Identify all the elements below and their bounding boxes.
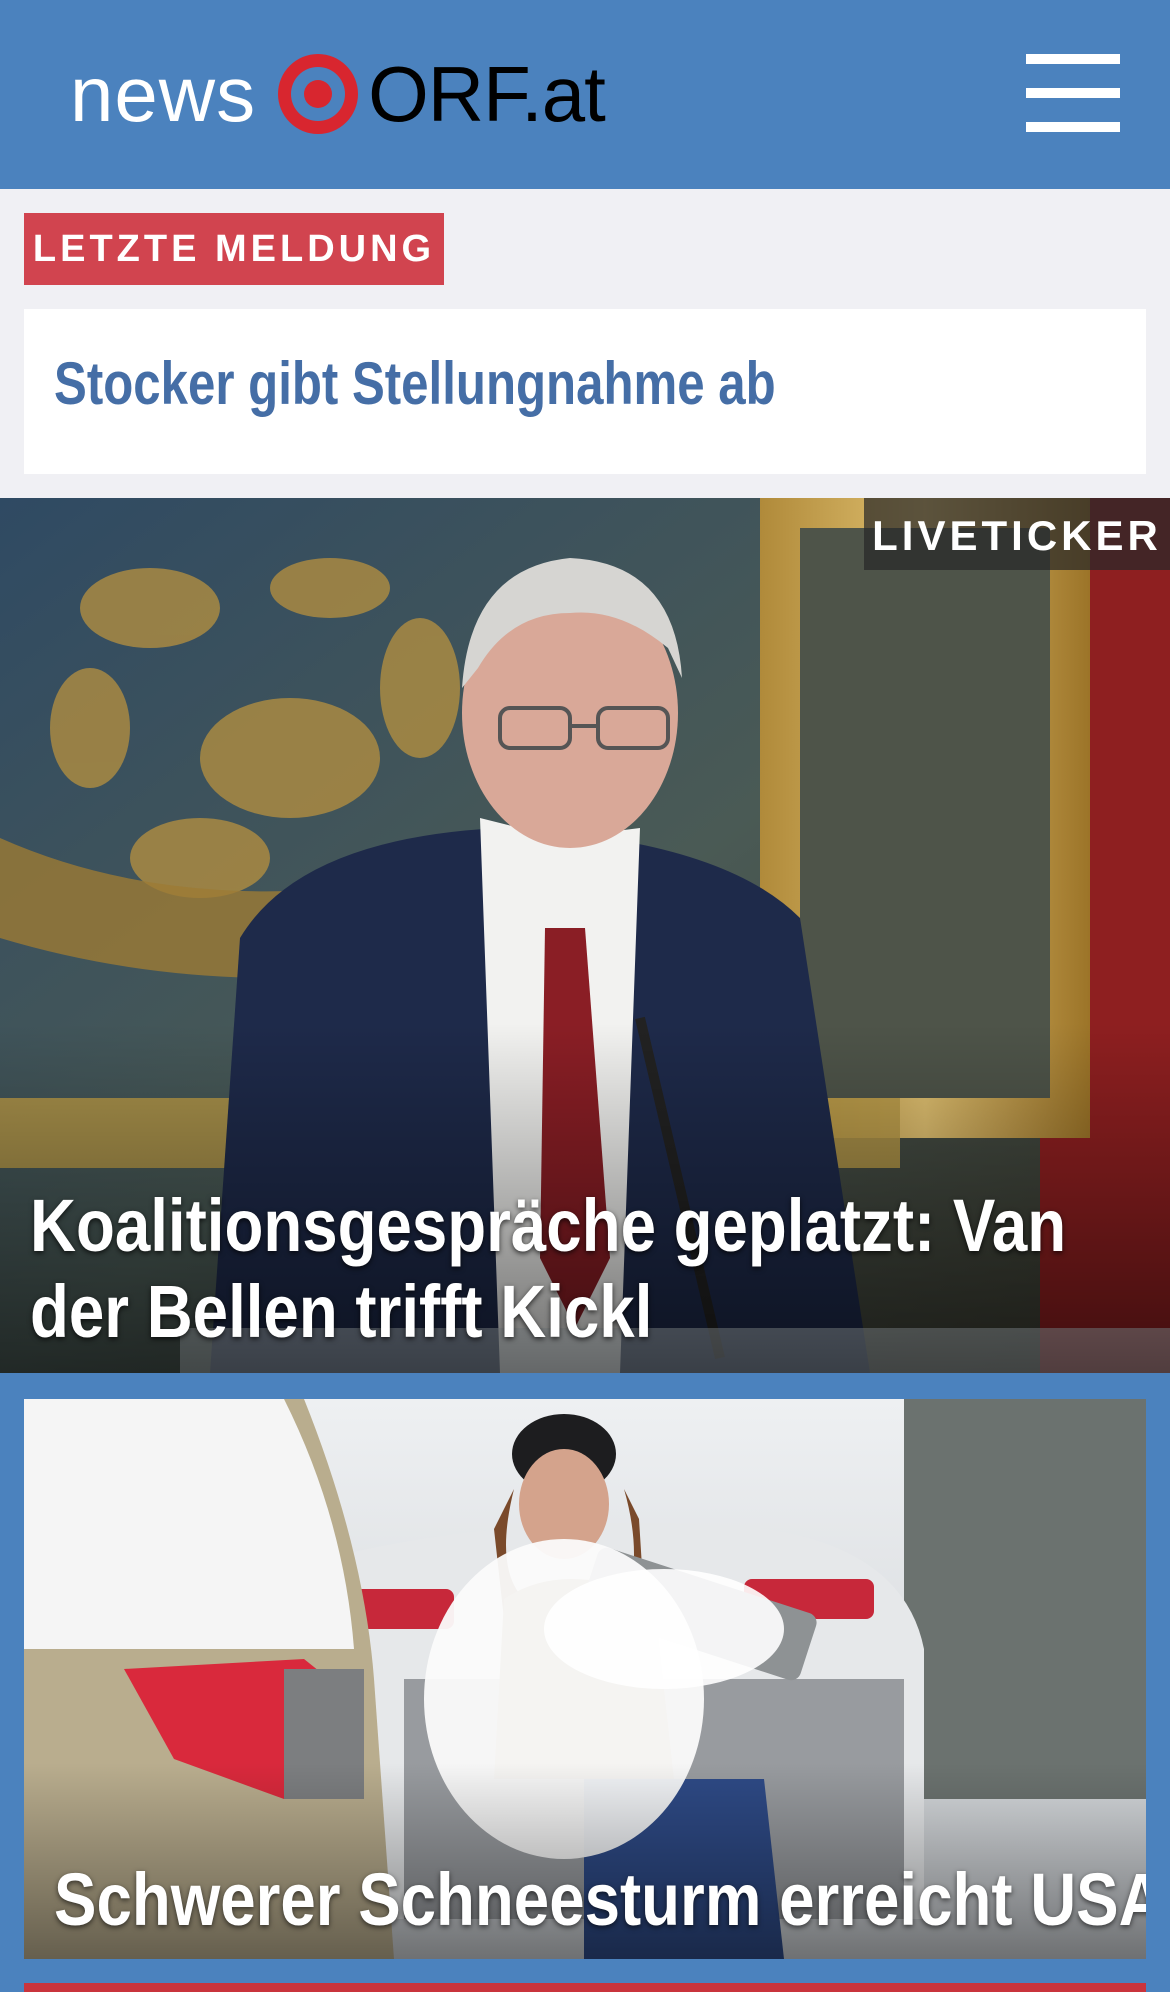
- hamburger-menu-icon[interactable]: [1024, 50, 1124, 138]
- hero-story-headline[interactable]: Koalitionsgespräche geplatzt: Van der Be…: [30, 1183, 1139, 1355]
- second-story-card[interactable]: Schwerer Schneesturm erreicht USA: [24, 1399, 1146, 1959]
- latest-news-badge: LETZTE MELDUNG: [24, 213, 444, 285]
- next-story-card-edge[interactable]: [24, 1983, 1146, 1992]
- logo-news-text: news: [70, 50, 257, 138]
- hero-story-card[interactable]: LIVETICKER Koalitionsgespräche geplatzt:…: [0, 498, 1170, 1373]
- second-story-headline[interactable]: Schwerer Schneesturm erreicht USA: [54, 1857, 1146, 1943]
- app-header: news ORF.at: [0, 0, 1170, 189]
- news-orf-logo[interactable]: news ORF.at: [70, 44, 606, 144]
- latest-news-card[interactable]: Stocker gibt Stellungnahme ab: [24, 309, 1146, 474]
- liveticker-badge: LIVETICKER: [864, 498, 1170, 570]
- latest-news-headline[interactable]: Stocker gibt Stellungnahme ab: [54, 349, 776, 418]
- logo-orf-text: ORF.at: [368, 50, 606, 138]
- orf-target-icon: [278, 54, 359, 134]
